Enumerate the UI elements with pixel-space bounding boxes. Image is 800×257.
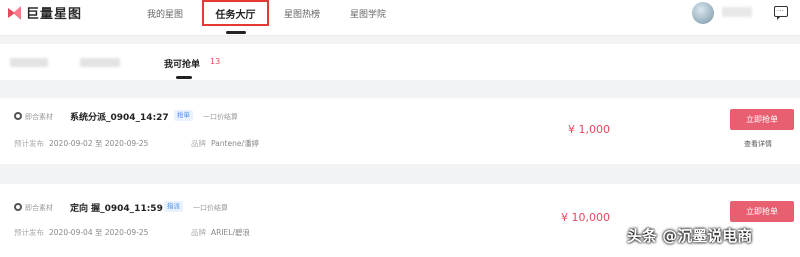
view-details-link[interactable]: 查看详情 xyxy=(744,139,772,149)
grab-order-label: 立即抢单 xyxy=(746,115,778,124)
avatar[interactable] xyxy=(692,2,714,24)
user-name-blurred xyxy=(722,7,752,17)
tab-active-indicator xyxy=(176,76,192,79)
source-label: 即合素材 xyxy=(25,113,53,121)
filter-blurred-2[interactable] xyxy=(80,58,120,67)
task-price: ¥ 1,000 xyxy=(568,123,610,136)
pay-type: 一口价结算 xyxy=(203,113,238,121)
publish-date: 预计发布 2020-09-02 至 2020-09-25 xyxy=(14,138,148,149)
nav-item-my-star-map[interactable]: 我的星图 xyxy=(147,7,183,20)
tab-grabbable[interactable]: 我可抢单 xyxy=(164,57,200,70)
source-icon xyxy=(14,203,22,211)
grab-order-label: 立即抢单 xyxy=(746,207,778,216)
task-title[interactable]: 定向 握_0904_11:59 xyxy=(70,201,163,214)
logo[interactable]: 巨量星图 xyxy=(8,3,82,22)
publish-date-value: 2020-09-02 至 2020-09-25 xyxy=(49,139,149,148)
publish-date-key: 预计发布 xyxy=(14,139,44,148)
task-card: 即合素材 系统分派_0904_14:27 抢单 一口价结算 预计发布 2020-0… xyxy=(0,98,800,164)
brand: 品牌 Pantene/潘婷 xyxy=(191,138,259,149)
message-icon[interactable]: ··· xyxy=(774,6,788,20)
task-tag: 抢单 xyxy=(174,110,193,121)
task-card: 即合素材 定向 握_0904_11:59 指派 一口价结算 预计发布 2020-0… xyxy=(0,184,800,257)
logo-text: 巨量星图 xyxy=(26,7,83,22)
brand-value: Pantene/潘婷 xyxy=(211,139,259,148)
brand-key: 品牌 xyxy=(191,228,206,237)
brand-value: ARIEL/碧浪 xyxy=(211,228,250,237)
pay-type: 一口价结算 xyxy=(193,204,228,212)
publish-date: 预计发布 2020-09-04 至 2020-09-25 xyxy=(14,227,148,238)
task-price: ¥ 10,000 xyxy=(561,211,610,224)
publish-date-value: 2020-09-04 至 2020-09-25 xyxy=(49,228,149,237)
grab-order-button[interactable]: 立即抢单 xyxy=(730,201,794,222)
filter-blurred-1[interactable] xyxy=(10,58,48,67)
filter-bar: 我可抢单 13 xyxy=(0,44,800,80)
top-nav-bar: 巨量星图 我的星图 任务大厅 星图热榜 星图学院 ··· xyxy=(0,0,800,36)
nav-item-hot-list[interactable]: 星图热榜 xyxy=(284,7,320,20)
task-title[interactable]: 系统分派_0904_14:27 xyxy=(70,110,169,123)
grab-order-button[interactable]: 立即抢单 xyxy=(730,109,794,130)
nav-active-indicator xyxy=(226,31,246,34)
nav-item-academy[interactable]: 星图学院 xyxy=(350,7,386,20)
brand-key: 品牌 xyxy=(191,139,206,148)
brand: 品牌 ARIEL/碧浪 xyxy=(191,227,250,238)
publish-date-key: 预计发布 xyxy=(14,228,44,237)
source-label: 即合素材 xyxy=(25,204,53,212)
nav-item-task-hall[interactable]: 任务大厅 xyxy=(202,0,269,26)
watermark: 头条 @沉墨说电商 xyxy=(627,227,753,245)
nav-item-task-hall-label: 任务大厅 xyxy=(215,9,256,21)
task-tag: 指派 xyxy=(164,201,183,212)
logo-mark-icon xyxy=(8,5,22,20)
tab-grabbable-count: 13 xyxy=(210,57,221,66)
source-icon xyxy=(14,112,22,120)
